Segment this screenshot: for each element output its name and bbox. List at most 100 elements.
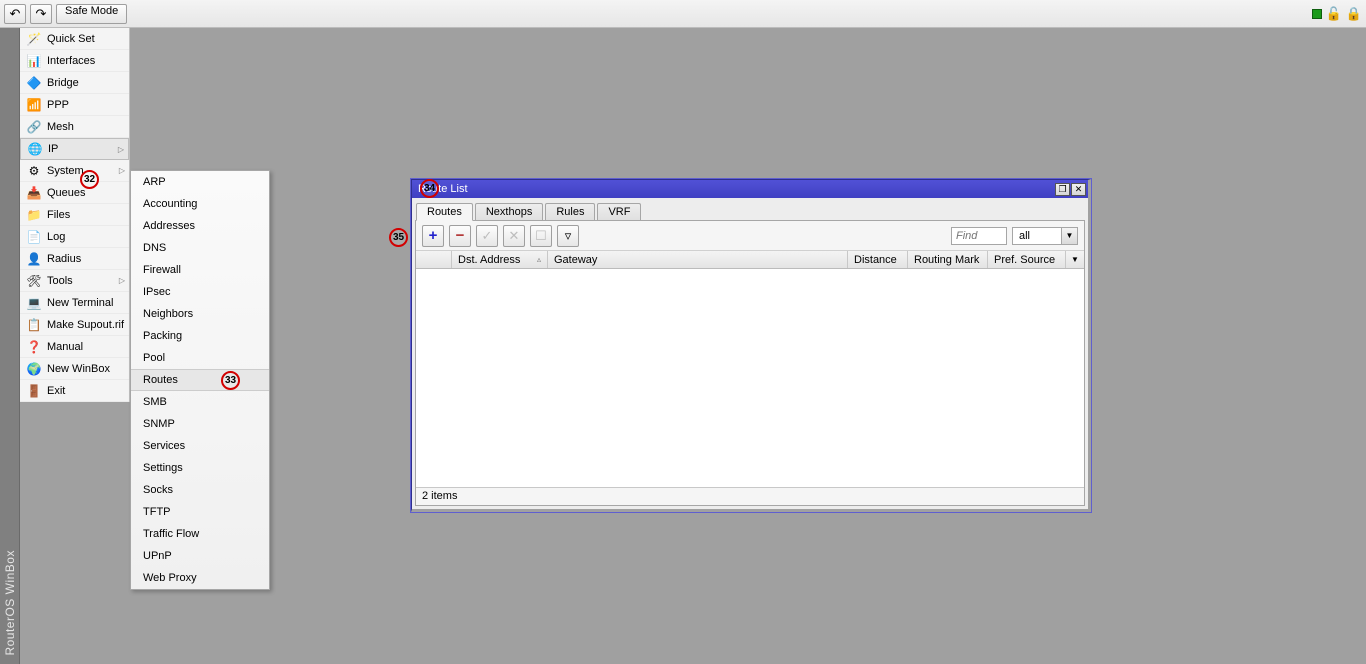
redo-button[interactable]: ↷ <box>30 4 52 24</box>
submenu-item-ipsec[interactable]: IPsec <box>131 281 269 303</box>
filter-select[interactable]: all ▼ <box>1012 227 1078 245</box>
submenu-arrow-icon: ▷ <box>119 166 125 175</box>
submenu-item-snmp[interactable]: SNMP <box>131 413 269 435</box>
col-pref-source[interactable]: Pref. Source <box>988 251 1066 268</box>
interfaces-icon: 📊 <box>26 53 42 69</box>
radius-icon: 👤 <box>26 251 42 267</box>
enable-button[interactable]: ✓ <box>476 225 498 247</box>
sidebar-item-ip[interactable]: 🌐IP▷ <box>20 138 129 160</box>
tab-vrf[interactable]: VRF <box>597 203 641 220</box>
remove-button[interactable]: − <box>449 225 471 247</box>
sidebar-item-tools[interactable]: 🛠Tools▷ <box>20 270 129 292</box>
files-icon: 📁 <box>26 207 42 223</box>
window-tabs: Routes Nexthops Rules VRF <box>412 198 1088 220</box>
submenu-item-dns[interactable]: DNS <box>131 237 269 259</box>
manual-icon: ❓ <box>26 339 42 355</box>
tab-nexthops[interactable]: Nexthops <box>475 203 543 220</box>
window-restore-button[interactable]: ❐ <box>1055 183 1070 196</box>
sort-asc-icon: ▵ <box>537 255 541 264</box>
submenu-item-neighbors[interactable]: Neighbors <box>131 303 269 325</box>
window-titlebar[interactable]: Route List ❐ ✕ <box>412 180 1088 198</box>
route-table-header: Dst. Address▵ Gateway Distance Routing M… <box>416 251 1084 269</box>
sidebar-item-new-terminal[interactable]: 💻New Terminal <box>20 292 129 314</box>
submenu-item-routes[interactable]: Routes <box>131 369 269 391</box>
filter-button[interactable]: ▿ <box>557 225 579 247</box>
window-title: Route List <box>418 183 468 195</box>
submenu-item-tftp[interactable]: TFTP <box>131 501 269 523</box>
submenu-item-web-proxy[interactable]: Web Proxy <box>131 567 269 589</box>
columns-dropdown-button[interactable]: ▼ <box>1066 251 1084 268</box>
check-icon: ✓ <box>482 228 493 244</box>
submenu-arrow-icon: ▷ <box>118 145 124 154</box>
route-toolbar: + − ✓ ✕ ☐ ▿ all ▼ <box>416 221 1084 251</box>
sidebar-item-mesh[interactable]: 🔗Mesh <box>20 116 129 138</box>
undo-icon: ↶ <box>10 6 21 22</box>
plus-icon: + <box>429 227 438 244</box>
disable-button[interactable]: ✕ <box>503 225 525 247</box>
sidebar-item-radius[interactable]: 👤Radius <box>20 248 129 270</box>
add-button[interactable]: + <box>422 225 444 247</box>
col-dst-address[interactable]: Dst. Address▵ <box>452 251 548 268</box>
col-routing-mark[interactable]: Routing Mark <box>908 251 988 268</box>
ip-submenu: ARP Accounting Addresses DNS Firewall IP… <box>130 170 270 590</box>
sidebar-item-system[interactable]: ⚙System▷ <box>20 160 129 182</box>
sidebar-item-make-supout[interactable]: 📋Make Supout.rif <box>20 314 129 336</box>
sidebar-item-log[interactable]: 📄Log <box>20 226 129 248</box>
submenu-arrow-icon: ▷ <box>119 276 125 285</box>
safe-mode-button[interactable]: Safe Mode <box>56 4 127 24</box>
status-indicator-icon <box>1312 9 1322 19</box>
dropdown-icon: ▼ <box>1061 228 1077 244</box>
ppp-icon: 📶 <box>26 97 42 113</box>
queues-icon: 📥 <box>26 185 42 201</box>
route-table-body[interactable] <box>416 269 1084 487</box>
terminal-icon: 💻 <box>26 295 42 311</box>
col-distance[interactable]: Distance <box>848 251 908 268</box>
tab-rules[interactable]: Rules <box>545 203 595 220</box>
winbox-icon: 🌍 <box>26 361 42 377</box>
filter-select-value: all <box>1013 230 1061 242</box>
sidebar-item-quick-set[interactable]: 🪄Quick Set <box>20 28 129 50</box>
sidebar-item-interfaces[interactable]: 📊Interfaces <box>20 50 129 72</box>
submenu-item-services[interactable]: Services <box>131 435 269 457</box>
lock-closed-icon[interactable]: 🔒 <box>1346 6 1362 22</box>
sidebar-item-new-winbox[interactable]: 🌍New WinBox <box>20 358 129 380</box>
route-list-window: Route List ❐ ✕ Routes Nexthops Rules VRF… <box>411 179 1091 512</box>
cross-icon: ✕ <box>509 228 520 244</box>
col-gateway[interactable]: Gateway <box>548 251 848 268</box>
sidebar-item-exit[interactable]: 🚪Exit <box>20 380 129 402</box>
submenu-item-smb[interactable]: SMB <box>131 391 269 413</box>
submenu-item-addresses[interactable]: Addresses <box>131 215 269 237</box>
submenu-item-pool[interactable]: Pool <box>131 347 269 369</box>
app-title: RouterOS WinBox <box>3 550 17 656</box>
comment-button[interactable]: ☐ <box>530 225 552 247</box>
exit-icon: 🚪 <box>26 383 42 399</box>
tab-routes[interactable]: Routes <box>416 203 473 221</box>
submenu-item-upnp[interactable]: UPnP <box>131 545 269 567</box>
submenu-item-packing[interactable]: Packing <box>131 325 269 347</box>
quickset-icon: 🪄 <box>26 31 42 47</box>
status-line: 2 items <box>416 487 1084 505</box>
submenu-item-arp[interactable]: ARP <box>131 171 269 193</box>
chevron-down-icon: ▼ <box>1071 255 1079 264</box>
sidebar-item-queues[interactable]: 📥Queues <box>20 182 129 204</box>
app-title-bar: RouterOS WinBox <box>0 28 20 664</box>
supout-icon: 📋 <box>26 317 42 333</box>
submenu-item-settings[interactable]: Settings <box>131 457 269 479</box>
find-input[interactable] <box>951 227 1007 245</box>
submenu-item-firewall[interactable]: Firewall <box>131 259 269 281</box>
bridge-icon: 🔷 <box>26 75 42 91</box>
submenu-item-accounting[interactable]: Accounting <box>131 193 269 215</box>
submenu-item-socks[interactable]: Socks <box>131 479 269 501</box>
sidebar-item-ppp[interactable]: 📶PPP <box>20 94 129 116</box>
ip-icon: 🌐 <box>27 141 43 157</box>
sidebar-item-files[interactable]: 📁Files <box>20 204 129 226</box>
sidebar-item-bridge[interactable]: 🔷Bridge <box>20 72 129 94</box>
col-flags[interactable] <box>416 251 452 268</box>
sidebar-item-manual[interactable]: ❓Manual <box>20 336 129 358</box>
window-close-button[interactable]: ✕ <box>1071 183 1086 196</box>
lock-open-icon[interactable]: 🔓 <box>1326 6 1342 22</box>
mesh-icon: 🔗 <box>26 119 42 135</box>
undo-button[interactable]: ↶ <box>4 4 26 24</box>
submenu-item-traffic-flow[interactable]: Traffic Flow <box>131 523 269 545</box>
filter-icon: ▿ <box>565 228 572 244</box>
